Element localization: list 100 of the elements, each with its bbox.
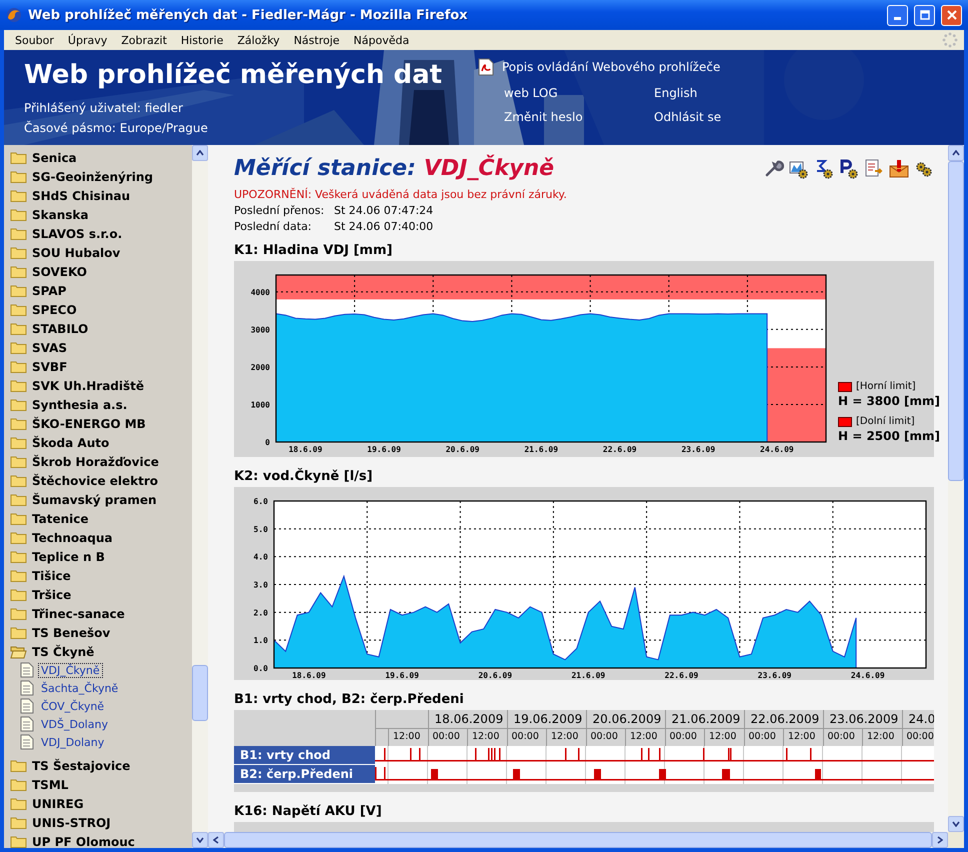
tree-item[interactable]: SLAVOS s.r.o. [4, 224, 192, 243]
header-link[interactable]: Změnit heslo [504, 110, 654, 124]
tick-label: 21.6.09 [572, 671, 606, 680]
scroll-up-button[interactable] [948, 145, 964, 161]
station-name: VDJ_Čkyně [424, 155, 554, 183]
station-link[interactable]: VDJ_Čkyně [38, 662, 103, 678]
menu-item[interactable]: Úpravy [60, 34, 114, 46]
user-label: Přihlášený uživatel: fiedler [24, 100, 184, 117]
scroll-up-button[interactable] [192, 145, 208, 161]
scrollbar[interactable] [948, 145, 964, 832]
tree-item[interactable]: Štěchovice elektro [4, 471, 192, 490]
tree-item[interactable]: Senica [4, 148, 192, 167]
tree-item[interactable]: SHdS Chisinau [4, 186, 192, 205]
tick-label: 0 [265, 438, 270, 447]
tick-label: 23.6.09 [681, 445, 716, 454]
timezone-label: Časové pásmo: Europe/Prague [24, 120, 209, 137]
scrollbar[interactable] [192, 145, 208, 848]
envelope-alert-icon[interactable] [889, 159, 909, 179]
scroll-down-button[interactable] [948, 816, 964, 832]
tree-item[interactable]: Tršice [4, 585, 192, 604]
menu-item[interactable]: Zobrazit [114, 34, 174, 46]
menu-item[interactable]: Historie [174, 34, 230, 46]
tree-item[interactable]: SVBF [4, 357, 192, 376]
menu-item[interactable]: Nápověda [346, 34, 416, 46]
tree-item[interactable]: Teplice n B [4, 547, 192, 566]
tick-label: 24.6.09 [760, 445, 794, 454]
tree-item[interactable]: Škrob Horažďovice [4, 452, 192, 471]
maximize-button[interactable] [914, 4, 935, 26]
legend-value: H = 2500 [mm] [838, 429, 940, 443]
document-icon [20, 698, 34, 714]
tick-label: 3000 [250, 325, 270, 334]
minimize-icon [894, 16, 901, 20]
tree-item[interactable]: Synthesia a.s. [4, 395, 192, 414]
scroll-down-button[interactable] [192, 832, 208, 848]
scroll-thumb[interactable] [192, 665, 208, 721]
tree-item[interactable]: SOVEKO [4, 262, 192, 281]
scroll-right-button[interactable] [932, 832, 948, 848]
tick-label: 20.6.09 [478, 671, 512, 680]
tree-item[interactable]: Škoda Auto [4, 433, 192, 452]
tick-label: 20.6.09 [446, 445, 480, 454]
section-title: B1: vrty chod, B2: čerp.Předeni [234, 692, 465, 708]
tree-item[interactable]: SPECO [4, 300, 192, 319]
document-icon [20, 716, 34, 732]
pdf-icon [478, 58, 494, 76]
close-button[interactable] [941, 4, 962, 26]
tick-label: 18.6.09 [292, 671, 326, 680]
tree-item[interactable]: Skanska [4, 205, 192, 224]
tree-item[interactable]: TSML [4, 775, 192, 794]
tree-item[interactable]: STABILO [4, 319, 192, 338]
tick-label: 22.6.09 [664, 671, 698, 680]
scroll-thumb[interactable] [948, 161, 964, 481]
chart-gear-icon[interactable] [789, 159, 809, 179]
date-header: 20.06.2009 [586, 710, 664, 728]
tree-item[interactable]: UP PF Olomouc [4, 832, 192, 848]
info-value: St 24.06 07:47:24 [334, 203, 434, 219]
header-link[interactable]: English [654, 86, 804, 100]
tree-item[interactable]: TS Benešov [4, 623, 192, 642]
tick-label: 4000 [250, 288, 270, 297]
tree-item[interactable]: UNIS-STROJ [4, 813, 192, 832]
station-heading: Měřící stanice: [234, 155, 416, 183]
tick-label: 0.0 [254, 664, 268, 673]
scroll-left-button[interactable] [208, 832, 224, 848]
caret-down-icon [952, 821, 960, 827]
document-arrow-icon[interactable] [864, 159, 884, 179]
sigma-gear-icon[interactable] [814, 159, 834, 179]
wrench-icon[interactable] [764, 159, 784, 179]
letter-gear-icon[interactable] [839, 159, 859, 179]
tree-item[interactable]: TS Čkyně [4, 642, 192, 661]
tick-label: 1000 [250, 400, 270, 410]
tree-item[interactable]: Třinec-sanace [4, 604, 192, 623]
tree-item[interactable]: UNIREG [4, 794, 192, 813]
header-link[interactable]: web LOG [504, 86, 654, 100]
tree-item[interactable]: TS Šestajovice [4, 756, 192, 775]
station-link[interactable]: VDŠ_Dolany [38, 716, 111, 732]
tick-label: 2.0 [254, 608, 268, 618]
station-link[interactable]: Šachta_Čkyně [38, 680, 122, 696]
info-label: Poslední přenos: [234, 203, 326, 219]
tick-label: 19.6.09 [367, 445, 401, 454]
legend-swatch [838, 382, 852, 392]
tree-item[interactable]: ŠKO-ENERGO MB [4, 414, 192, 433]
tree-item[interactable]: SVAS [4, 338, 192, 357]
tree-item[interactable]: Šumavský pramen [4, 490, 192, 509]
tree-item[interactable]: SOU Hubalov [4, 243, 192, 262]
menu-item[interactable]: Soubor [8, 34, 61, 46]
document-icon [20, 662, 34, 678]
station-link[interactable]: VDJ_Dolany [38, 734, 108, 750]
menu-item[interactable]: Záložky [230, 34, 287, 46]
manual-link[interactable]: Popis ovládání Webového prohlížeče [502, 60, 720, 74]
tree-item[interactable]: SVK Uh.Hradiště [4, 376, 192, 395]
tree-item[interactable]: SG-Geoinženýring [4, 167, 192, 186]
section-title: K16: Napětí AKU [V] [234, 804, 383, 820]
station-link[interactable]: ČOV_Čkyně [38, 698, 108, 714]
tree-item[interactable]: SPAP [4, 281, 192, 300]
tree-item[interactable]: Tišice [4, 566, 192, 585]
tree-item[interactable]: Technoaqua [4, 528, 192, 547]
menu-item[interactable]: Nástroje [286, 34, 347, 46]
tree-item[interactable]: Tatenice [4, 509, 192, 528]
caret-down-icon [196, 837, 204, 843]
header-link[interactable]: Odhlásit se [654, 110, 804, 124]
minimize-button[interactable] [887, 4, 908, 26]
